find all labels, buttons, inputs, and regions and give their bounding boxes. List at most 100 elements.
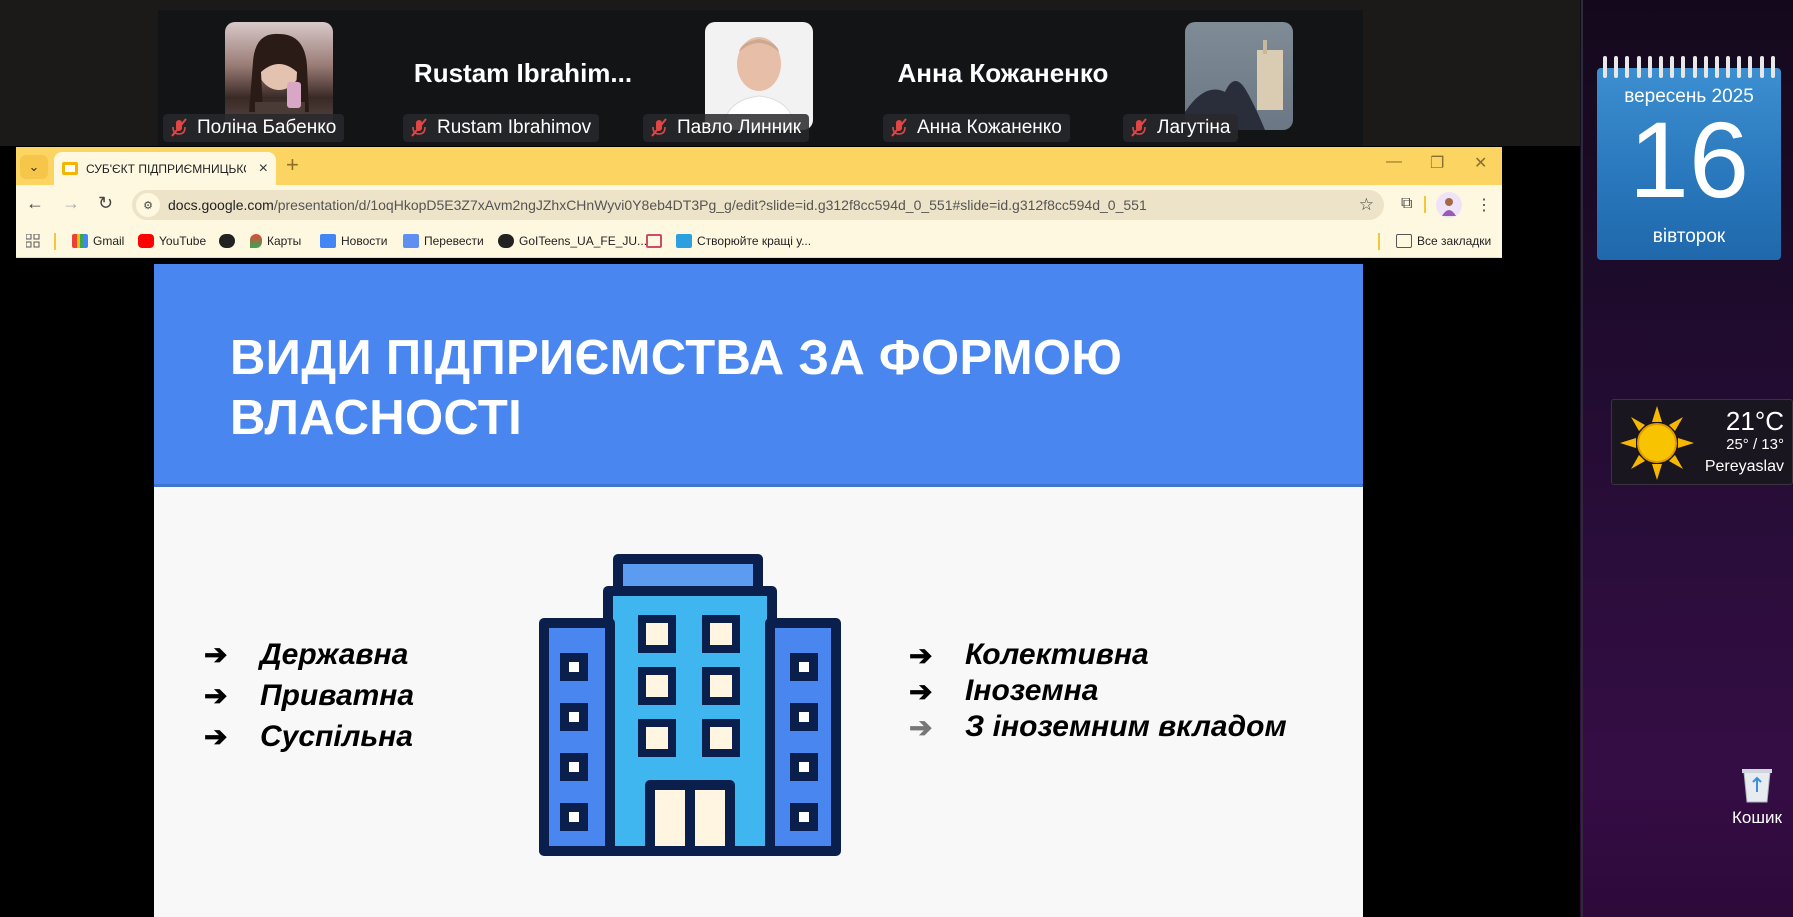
participant-name: Rustam Ibrahimov	[437, 117, 592, 138]
presentation-slide: ВИДИ ПІДПРИЄМСТВА ЗА ФОРМОЮ ВЛАСНОСТІ ➔ Д…	[154, 264, 1363, 917]
participant-strip: Поліна Бабенко Rustam Ibrahim... Rustam …	[158, 10, 1363, 146]
all-bookmarks[interactable]: Все закладки	[1396, 234, 1491, 248]
participant-tile[interactable]: Поліна Бабенко	[158, 10, 398, 146]
calendar-rings	[1597, 56, 1781, 78]
bookmark-github[interactable]	[219, 234, 240, 248]
bookmark-separator	[54, 233, 56, 250]
folder-icon	[1396, 234, 1412, 248]
recycle-bin-icon	[1740, 766, 1774, 804]
skype-icon	[498, 234, 514, 248]
profile-avatar[interactable]	[1436, 192, 1462, 218]
apps-grid-icon[interactable]	[26, 234, 40, 248]
maps-icon	[250, 234, 262, 248]
reload-icon[interactable]: ↻	[98, 193, 113, 214]
close-icon[interactable]: ×	[259, 160, 268, 178]
desktop-divider	[1581, 0, 1583, 917]
list-item: ➔ З іноземним вкладом	[909, 710, 1287, 743]
participant-name-chip: Анна Кожаненко	[883, 114, 1070, 142]
slide-title: ВИДИ ПІДПРИЄМСТВА ЗА ФОРМОЮ ВЛАСНОСТІ	[230, 331, 1123, 445]
participant-tile[interactable]: Анна Кожаненко Анна Кожаненко	[878, 10, 1118, 146]
maximize-icon[interactable]: ❐	[1430, 153, 1444, 173]
github-icon	[219, 234, 235, 248]
bookmarks-bar: Gmail YouTube Карты Новости Перевести Go…	[16, 225, 1502, 258]
calendar-widget[interactable]: вересень 2025 16 вівторок	[1597, 56, 1781, 260]
bookmark-gift[interactable]	[646, 234, 667, 248]
participant-tile[interactable]: Rustam Ibrahim... Rustam Ibrahimov	[398, 10, 638, 146]
weather-range: 25° / 13°	[1726, 436, 1784, 453]
tab-title: СУБ'ЄКТ ПІДПРИЄМНИЦЬКОЇ	[86, 161, 246, 176]
arrow-icon: ➔	[204, 721, 228, 752]
news-icon	[320, 234, 336, 248]
bookmark-maps[interactable]: Карты	[250, 234, 301, 248]
gift-icon	[646, 234, 662, 248]
tab-strip: ⌄ СУБ'ЄКТ ПІДПРИЄМНИЦЬКОЇ × + — ❐ ✕	[16, 147, 1502, 185]
weather-widget[interactable]: 21°C 25° / 13° Pereyaslav	[1611, 399, 1793, 485]
mic-muted-icon	[887, 117, 911, 139]
calendar-page: вересень 2025 16 вівторок	[1597, 68, 1781, 260]
forward-icon[interactable]: →	[62, 193, 80, 214]
minimize-icon[interactable]: —	[1386, 153, 1402, 171]
screen: Поліна Бабенко Rustam Ibrahim... Rustam …	[0, 0, 1793, 917]
new-tab-button[interactable]: +	[286, 152, 299, 178]
building-icon	[538, 553, 842, 857]
arrow-icon: ➔	[909, 639, 933, 671]
tab-active[interactable]: СУБ'ЄКТ ПІДПРИЄМНИЦЬКОЇ ×	[54, 152, 276, 185]
extensions-icon[interactable]: ⧉	[1401, 195, 1412, 213]
weather-city: Pereyaslav	[1704, 458, 1784, 475]
list-item: ➔ Колективна	[909, 638, 1149, 671]
list-item: ➔ Державна	[204, 637, 409, 671]
participant-display-name: Rustam Ibrahim...	[413, 58, 633, 88]
list-item: ➔ Приватна	[204, 678, 415, 712]
meeting-bar: Поліна Бабенко Rustam Ibrahim... Rustam …	[0, 0, 1580, 146]
bookmark-gmail[interactable]: Gmail	[72, 234, 124, 248]
bookmark-news[interactable]: Новости	[320, 234, 387, 248]
mic-muted-icon	[1127, 117, 1151, 139]
arrow-icon: ➔	[909, 711, 933, 743]
translate-icon	[403, 234, 419, 248]
mic-muted-icon	[647, 117, 671, 139]
participant-display-name: Анна Кожаненко	[897, 58, 1109, 88]
left-list: ➔ Державна ➔ Приватна ➔ Суспільна	[204, 634, 414, 757]
recycle-bin[interactable]: Кошик	[1726, 766, 1788, 828]
weather-temp: 21°C	[1725, 406, 1784, 436]
arrow-icon: ➔	[204, 680, 228, 711]
participant-name: Анна Кожаненко	[917, 117, 1062, 138]
grid-icon	[676, 234, 692, 248]
gmail-icon	[72, 234, 88, 248]
bookmark-translate[interactable]: Перевести	[403, 234, 484, 248]
list-item: ➔ Іноземна	[909, 674, 1099, 707]
participant-name-chip: Павло Линник	[643, 114, 810, 142]
participant-name-chip: Лагутіна	[1123, 114, 1239, 142]
youtube-icon	[138, 234, 154, 248]
mic-muted-icon	[407, 117, 431, 139]
site-info-icon[interactable]: ⚙	[136, 193, 160, 217]
address-bar[interactable]: ⚙ docs.google.com/presentation/d/1oqHkop…	[132, 190, 1384, 220]
participant-name: Лагутіна	[1157, 117, 1231, 138]
bookmark-youtube[interactable]: YouTube	[138, 234, 206, 248]
right-list: ➔ Колективна ➔ Іноземна ➔ З іноземним вклад…	[909, 637, 1287, 745]
participant-name: Поліна Бабенко	[197, 117, 337, 138]
list-item: ➔ Суспільна	[204, 719, 413, 753]
participant-name-chip: Поліна Бабенко	[163, 114, 345, 142]
slide-header: ВИДИ ПІДПРИЄМСТВА ЗА ФОРМОЮ ВЛАСНОСТІ	[154, 264, 1363, 487]
slides-favicon-icon	[62, 162, 78, 175]
browser-toolbar: ← → ↻ ⚙ docs.google.com/presentation/d/1…	[16, 185, 1502, 225]
participant-tile[interactable]: Павло Линник	[638, 10, 878, 146]
mic-muted-icon	[167, 117, 191, 139]
menu-kebab-icon[interactable]: ⋮	[1476, 195, 1492, 215]
back-icon[interactable]: ←	[26, 193, 44, 214]
participant-name-chip: Rustam Ibrahimov	[403, 114, 600, 142]
bookmark-create[interactable]: Створюйте кращі у...	[676, 234, 811, 248]
toolbar-separator	[1424, 196, 1426, 213]
bookmark-separator	[1378, 233, 1380, 250]
bookmark-goiteens[interactable]: GoITeens_UA_FE_JU...	[498, 234, 647, 248]
tab-search-button[interactable]: ⌄	[20, 155, 48, 179]
chevron-down-icon: ⌄	[28, 159, 40, 174]
window-close-icon[interactable]: ✕	[1474, 153, 1487, 173]
calendar-day: 16	[1628, 99, 1750, 220]
bookmark-star-icon[interactable]: ☆	[1359, 195, 1374, 215]
calendar-weekday: вівторок	[1652, 226, 1726, 247]
arrow-icon: ➔	[204, 639, 228, 670]
participant-name: Павло Линник	[677, 117, 802, 138]
participant-tile[interactable]: Лагутіна	[1118, 10, 1358, 146]
